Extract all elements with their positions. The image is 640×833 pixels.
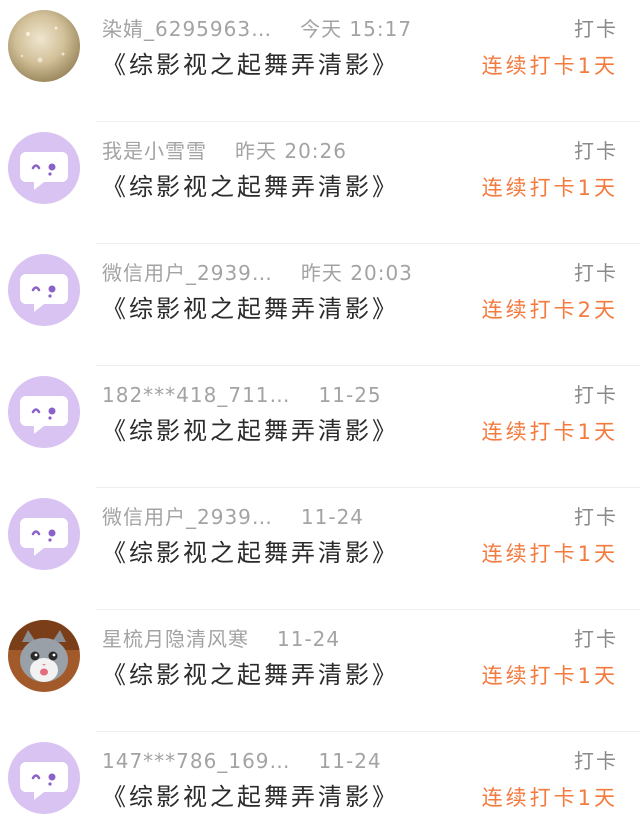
checkin-label: 打卡 <box>574 749 618 773</box>
username[interactable]: 微信用户_2939… <box>102 505 273 529</box>
avatar[interactable] <box>8 498 80 570</box>
item-meta: 染婧_6295963… 今天 15:17 <box>102 16 412 42</box>
list-item[interactable]: 147***786_169… 11-24 《综影视之起舞弄清影》 打卡 连续打卡1… <box>0 732 640 833</box>
item-meta: 微信用户_2939… 11-24 <box>102 504 364 530</box>
avatar[interactable] <box>8 742 80 814</box>
item-meta: 182***418_711… 11-25 <box>102 382 382 408</box>
checkin-label: 打卡 <box>574 17 618 41</box>
avatar[interactable] <box>8 620 80 692</box>
username[interactable]: 染婧_6295963… <box>102 17 272 41</box>
timestamp: 11-25 <box>318 383 382 407</box>
streak-badge: 连续打卡1天 <box>481 786 618 810</box>
username[interactable]: 微信用户_2939… <box>102 261 273 285</box>
list-item[interactable]: 182***418_711… 11-25 《综影视之起舞弄清影》 打卡 连续打卡1… <box>0 366 640 488</box>
item-meta: 星梳月隐清风寒 11-24 <box>102 626 340 652</box>
checkin-label: 打卡 <box>574 505 618 529</box>
timestamp: 昨天 20:03 <box>300 261 413 285</box>
book-title[interactable]: 《综影视之起舞弄清影》 <box>102 658 399 692</box>
username[interactable]: 星梳月隐清风寒 <box>102 627 249 651</box>
list-item[interactable]: 我是小雪雪 昨天 20:26 《综影视之起舞弄清影》 打卡 连续打卡1天 <box>0 122 640 244</box>
chat-bubble-icon <box>8 254 80 326</box>
timestamp: 11-24 <box>277 627 341 651</box>
timestamp: 11-24 <box>318 749 382 773</box>
timestamp: 今天 15:17 <box>300 17 413 41</box>
book-title[interactable]: 《综影视之起舞弄清影》 <box>102 170 399 204</box>
streak-badge: 连续打卡1天 <box>481 542 618 566</box>
streak-badge: 连续打卡1天 <box>481 176 618 200</box>
streak-badge: 连续打卡1天 <box>481 664 618 688</box>
chat-bubble-icon <box>8 132 80 204</box>
list-item[interactable]: 微信用户_2939… 昨天 20:03 《综影视之起舞弄清影》 打卡 连续打卡2天 <box>0 244 640 366</box>
streak-badge: 连续打卡1天 <box>481 420 618 444</box>
avatar[interactable] <box>8 254 80 326</box>
list-item[interactable]: 微信用户_2939… 11-24 《综影视之起舞弄清影》 打卡 连续打卡1天 <box>0 488 640 610</box>
book-title[interactable]: 《综影视之起舞弄清影》 <box>102 414 399 448</box>
list-item[interactable]: 星梳月隐清风寒 11-24 《综影视之起舞弄清影》 打卡 连续打卡1天 <box>0 610 640 732</box>
timestamp: 11-24 <box>300 505 365 529</box>
list-item[interactable]: 染婧_6295963… 今天 15:17 《综影视之起舞弄清影》 打卡 连续打卡1… <box>0 0 640 122</box>
avatar[interactable] <box>8 132 80 204</box>
streak-badge: 连续打卡2天 <box>481 298 618 322</box>
item-meta: 微信用户_2939… 昨天 20:03 <box>102 260 413 286</box>
checkin-label: 打卡 <box>574 383 618 407</box>
kitten-photo-icon <box>8 620 80 692</box>
chat-bubble-icon <box>8 376 80 448</box>
chat-bubble-icon <box>8 498 80 570</box>
username[interactable]: 147***786_169… <box>102 749 291 773</box>
username[interactable]: 182***418_711… <box>102 383 291 407</box>
item-meta: 我是小雪雪 昨天 20:26 <box>102 138 347 164</box>
avatar[interactable] <box>8 10 80 82</box>
timestamp: 昨天 20:26 <box>235 139 347 163</box>
streak-badge: 连续打卡1天 <box>481 54 618 78</box>
checkin-label: 打卡 <box>574 627 618 651</box>
item-meta: 147***786_169… 11-24 <box>102 748 382 774</box>
chat-bubble-icon <box>8 742 80 814</box>
book-title[interactable]: 《综影视之起舞弄清影》 <box>102 292 399 326</box>
checkin-label: 打卡 <box>574 261 618 285</box>
checkin-label: 打卡 <box>574 139 618 163</box>
checkin-list: 染婧_6295963… 今天 15:17 《综影视之起舞弄清影》 打卡 连续打卡1… <box>0 0 640 833</box>
book-title[interactable]: 《综影视之起舞弄清影》 <box>102 48 399 82</box>
book-title[interactable]: 《综影视之起舞弄清影》 <box>102 780 399 814</box>
username[interactable]: 我是小雪雪 <box>102 139 207 163</box>
avatar[interactable] <box>8 376 80 448</box>
book-title[interactable]: 《综影视之起舞弄清影》 <box>102 536 399 570</box>
